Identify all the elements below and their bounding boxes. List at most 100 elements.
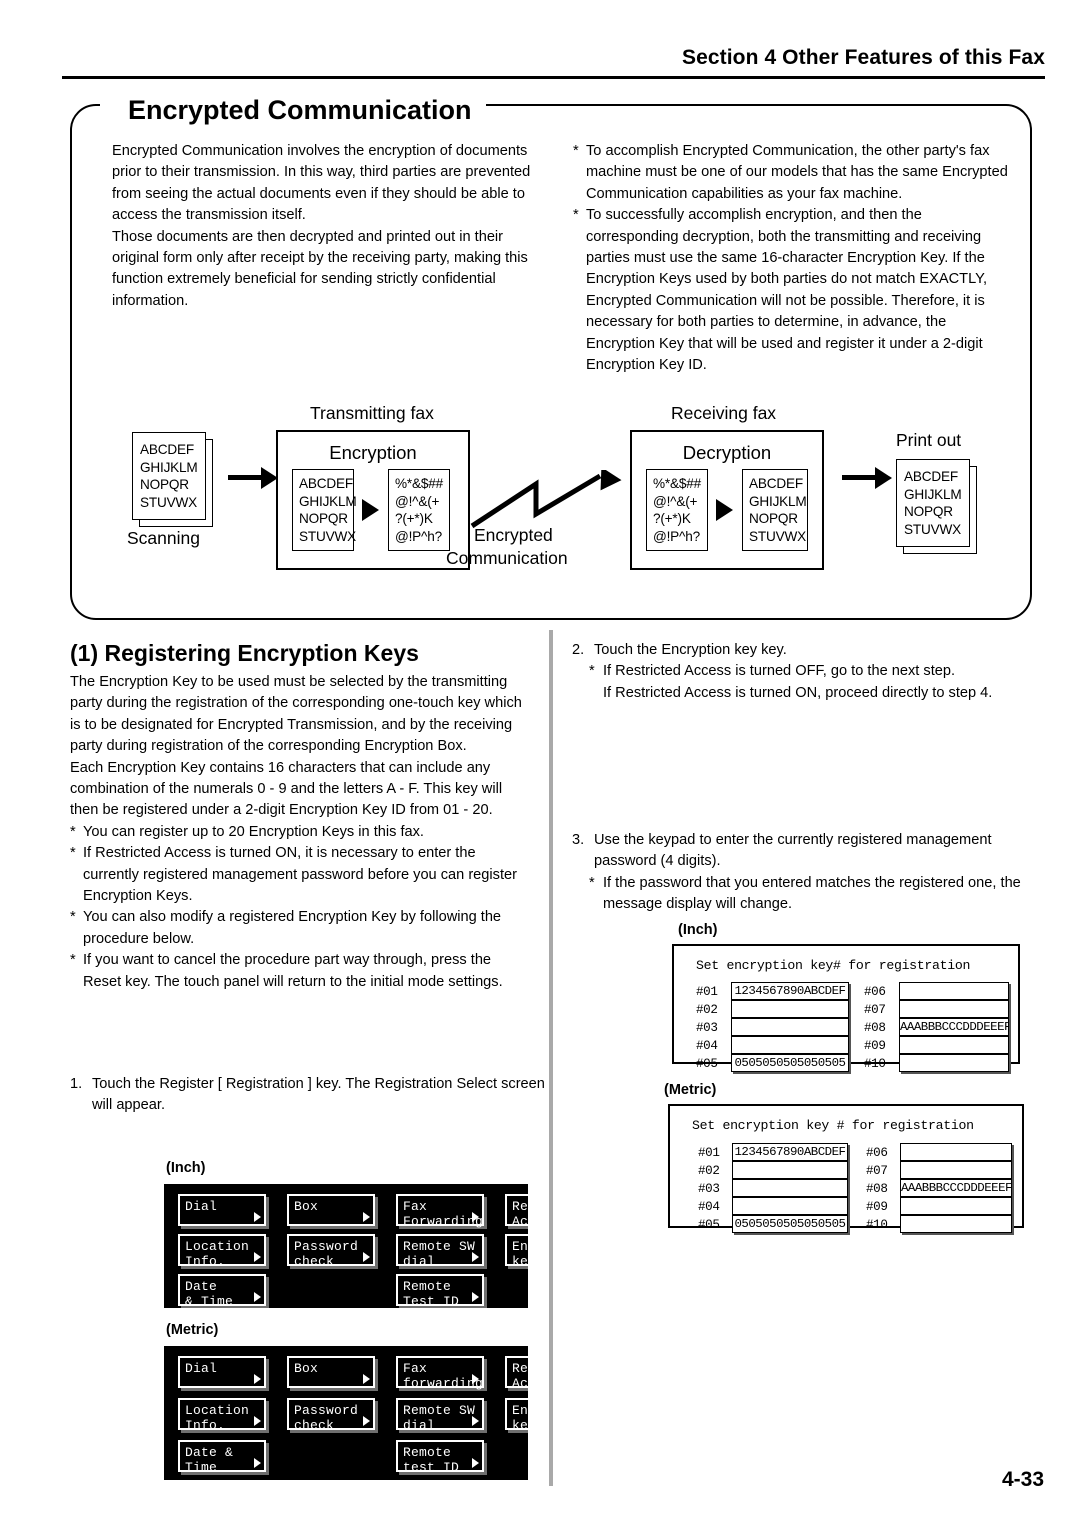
touch-key-date-time[interactable]: Date & Time: [178, 1274, 266, 1308]
touch-key-encryption-key[interactable]: Encryptionkey: [505, 1398, 528, 1433]
key-value-field[interactable]: [732, 1161, 848, 1179]
chevron-right-icon: [254, 1292, 261, 1302]
step-3-number: 3.: [572, 832, 585, 848]
doc-line: STUVWX: [140, 494, 197, 510]
doc-line: @!^&(+: [395, 493, 440, 509]
touch-key-label: Fax: [403, 1199, 428, 1214]
doc-line: %*&$##: [395, 476, 443, 491]
scanning-label: Scanning: [127, 528, 200, 548]
document-front-sheet: ABCDEF GHIJKLM NOPQR STUVWX: [132, 432, 206, 520]
key-value-field[interactable]: [899, 1054, 1009, 1072]
encryption-key-registration-screen-inch: Set encryption key# for registration #01…: [672, 944, 1020, 1072]
touch-key-remote-sw-dial[interactable]: Remote SW dial: [396, 1398, 484, 1433]
touch-key-label: Remote SW: [403, 1239, 476, 1254]
key-id-label: #02: [696, 1003, 718, 1017]
key-value-field[interactable]: 0505050505050505: [732, 1215, 848, 1233]
column-divider: [549, 630, 553, 1486]
key-value-field[interactable]: [900, 1197, 1012, 1215]
doc-line: NOPQR: [749, 511, 798, 526]
key-value-field[interactable]: 1234567890ABCDEF: [731, 982, 849, 1000]
inch-caption-key-screen: (Inch): [678, 922, 718, 938]
step-2-note-1: If Restricted Access is turned OFF, go t…: [589, 661, 1034, 704]
key-value-field[interactable]: [899, 1000, 1009, 1018]
touch-key-label: Restricted: [512, 1361, 528, 1376]
key-id-label: #08: [866, 1182, 888, 1196]
touch-key-fax-forwarding[interactable]: Fax forwarding: [396, 1356, 484, 1391]
key-value-field[interactable]: [732, 1197, 848, 1215]
key-value-field[interactable]: [900, 1215, 1012, 1233]
key-value-field[interactable]: 1234567890ABCDEF: [732, 1143, 848, 1161]
touch-key-date-time[interactable]: Date & Time: [178, 1440, 266, 1475]
doc-line: @!P^h?: [653, 528, 700, 544]
touch-key-password-check[interactable]: Password check: [287, 1398, 375, 1433]
doc-line: @!^&(+: [653, 493, 698, 509]
touch-key-label: Box: [294, 1361, 319, 1376]
step-2-number: 2.: [572, 642, 585, 658]
touch-key-restricted-access[interactable]: RestrictedAccess: [505, 1356, 528, 1391]
touch-key-box[interactable]: Box: [287, 1356, 375, 1388]
touch-key-label-2: Access: [512, 1214, 528, 1229]
key-value-field[interactable]: [900, 1143, 1012, 1161]
metric-caption-key-screen: (Metric): [664, 1082, 717, 1098]
key-id-label: #05: [696, 1057, 718, 1071]
key-id-label: #04: [698, 1200, 720, 1214]
touch-key-fax-forwarding[interactable]: Fax Forwarding: [396, 1194, 484, 1229]
key-id-label: #04: [696, 1039, 718, 1053]
touch-key-label: Encryption: [512, 1239, 528, 1254]
touch-key-label-2: Access: [512, 1376, 528, 1391]
inch-caption-registration: (Inch): [166, 1160, 206, 1176]
touch-key-label: Dial: [185, 1199, 218, 1214]
key-value-field[interactable]: [900, 1161, 1012, 1179]
encrypt-arrow-icon: [362, 499, 379, 521]
touch-key-remote-sw-dial[interactable]: Remote SW dial: [396, 1234, 484, 1269]
section-heading: (1) Registering Encryption Keys: [70, 640, 419, 666]
key-value-field[interactable]: [732, 1179, 848, 1197]
print-out-label: Print out: [896, 430, 962, 450]
doc-line: ABCDEF: [904, 469, 958, 484]
touch-key-location-info[interactable]: Location Info.: [178, 1234, 266, 1269]
section-note-2: If Restricted Access is turned ON, it is…: [70, 843, 530, 907]
key-value-field[interactable]: [731, 1018, 849, 1036]
step-1: 1. Touch the Register [ Registration ] k…: [70, 1074, 552, 1117]
touch-key-label-2: forwarding: [403, 1376, 484, 1391]
touch-key-encryption-key[interactable]: Encryptionkey: [505, 1234, 528, 1269]
key-value-field[interactable]: 0505050505050505: [731, 1054, 849, 1072]
feature-note-2: To successfully accomplish encryption, a…: [573, 205, 1011, 376]
chevron-right-icon: [363, 1212, 370, 1222]
touch-key-remote-test-id[interactable]: Remote Test ID: [396, 1274, 484, 1308]
key-value-field[interactable]: [899, 1036, 1009, 1054]
chevron-right-icon: [472, 1212, 479, 1222]
registration-select-screen-metric: Dial Box Faxforwarding RestrictedAccess …: [164, 1346, 528, 1480]
touch-key-restricted-access[interactable]: RestrictedAccess: [505, 1194, 528, 1229]
chevron-right-icon: [254, 1416, 261, 1426]
decryption-label: Decryption: [682, 442, 772, 463]
chevron-right-icon: [363, 1374, 370, 1384]
page-canvas: Section 4 Other Features of this Fax Enc…: [0, 0, 1080, 1528]
doc-line: STUVWX: [299, 528, 356, 544]
key-id-label: #07: [864, 1003, 886, 1017]
key-value-field[interactable]: [731, 1036, 849, 1054]
doc-line: GHIJKLM: [299, 493, 357, 509]
key-value-field[interactable]: AAABBBCCCDDDEEEF: [899, 1018, 1009, 1036]
touch-key-label: Date: [185, 1279, 218, 1294]
chevron-right-icon: [472, 1292, 479, 1302]
screen-prompt: Set encryption key# for registration: [696, 958, 971, 973]
chevron-right-icon: [472, 1458, 479, 1468]
header-rule: [62, 76, 1045, 79]
step-2-text: Touch the Encryption key key.: [594, 642, 787, 658]
touch-key-dial[interactable]: Dial: [178, 1194, 266, 1226]
key-value-field[interactable]: AAABBBCCCDDDEEEF: [900, 1179, 1012, 1197]
key-value-field[interactable]: [899, 982, 1009, 1000]
feature-notes-column: To accomplish Encrypted Communication, t…: [573, 141, 1011, 376]
key-id-label: #06: [866, 1146, 888, 1160]
key-id-label: #03: [696, 1021, 718, 1035]
touch-key-label-2: check: [294, 1418, 335, 1433]
touch-key-location-info[interactable]: Location Info.: [178, 1398, 266, 1433]
key-id-label: #05: [698, 1218, 720, 1232]
touch-key-password-check[interactable]: Password check: [287, 1234, 375, 1269]
step-3-note-1: If the password that you entered matches…: [589, 873, 1034, 916]
touch-key-remote-test-id[interactable]: Remote test ID: [396, 1440, 484, 1475]
touch-key-box[interactable]: Box: [287, 1194, 375, 1226]
key-value-field[interactable]: [731, 1000, 849, 1018]
touch-key-dial[interactable]: Dial: [178, 1356, 266, 1388]
